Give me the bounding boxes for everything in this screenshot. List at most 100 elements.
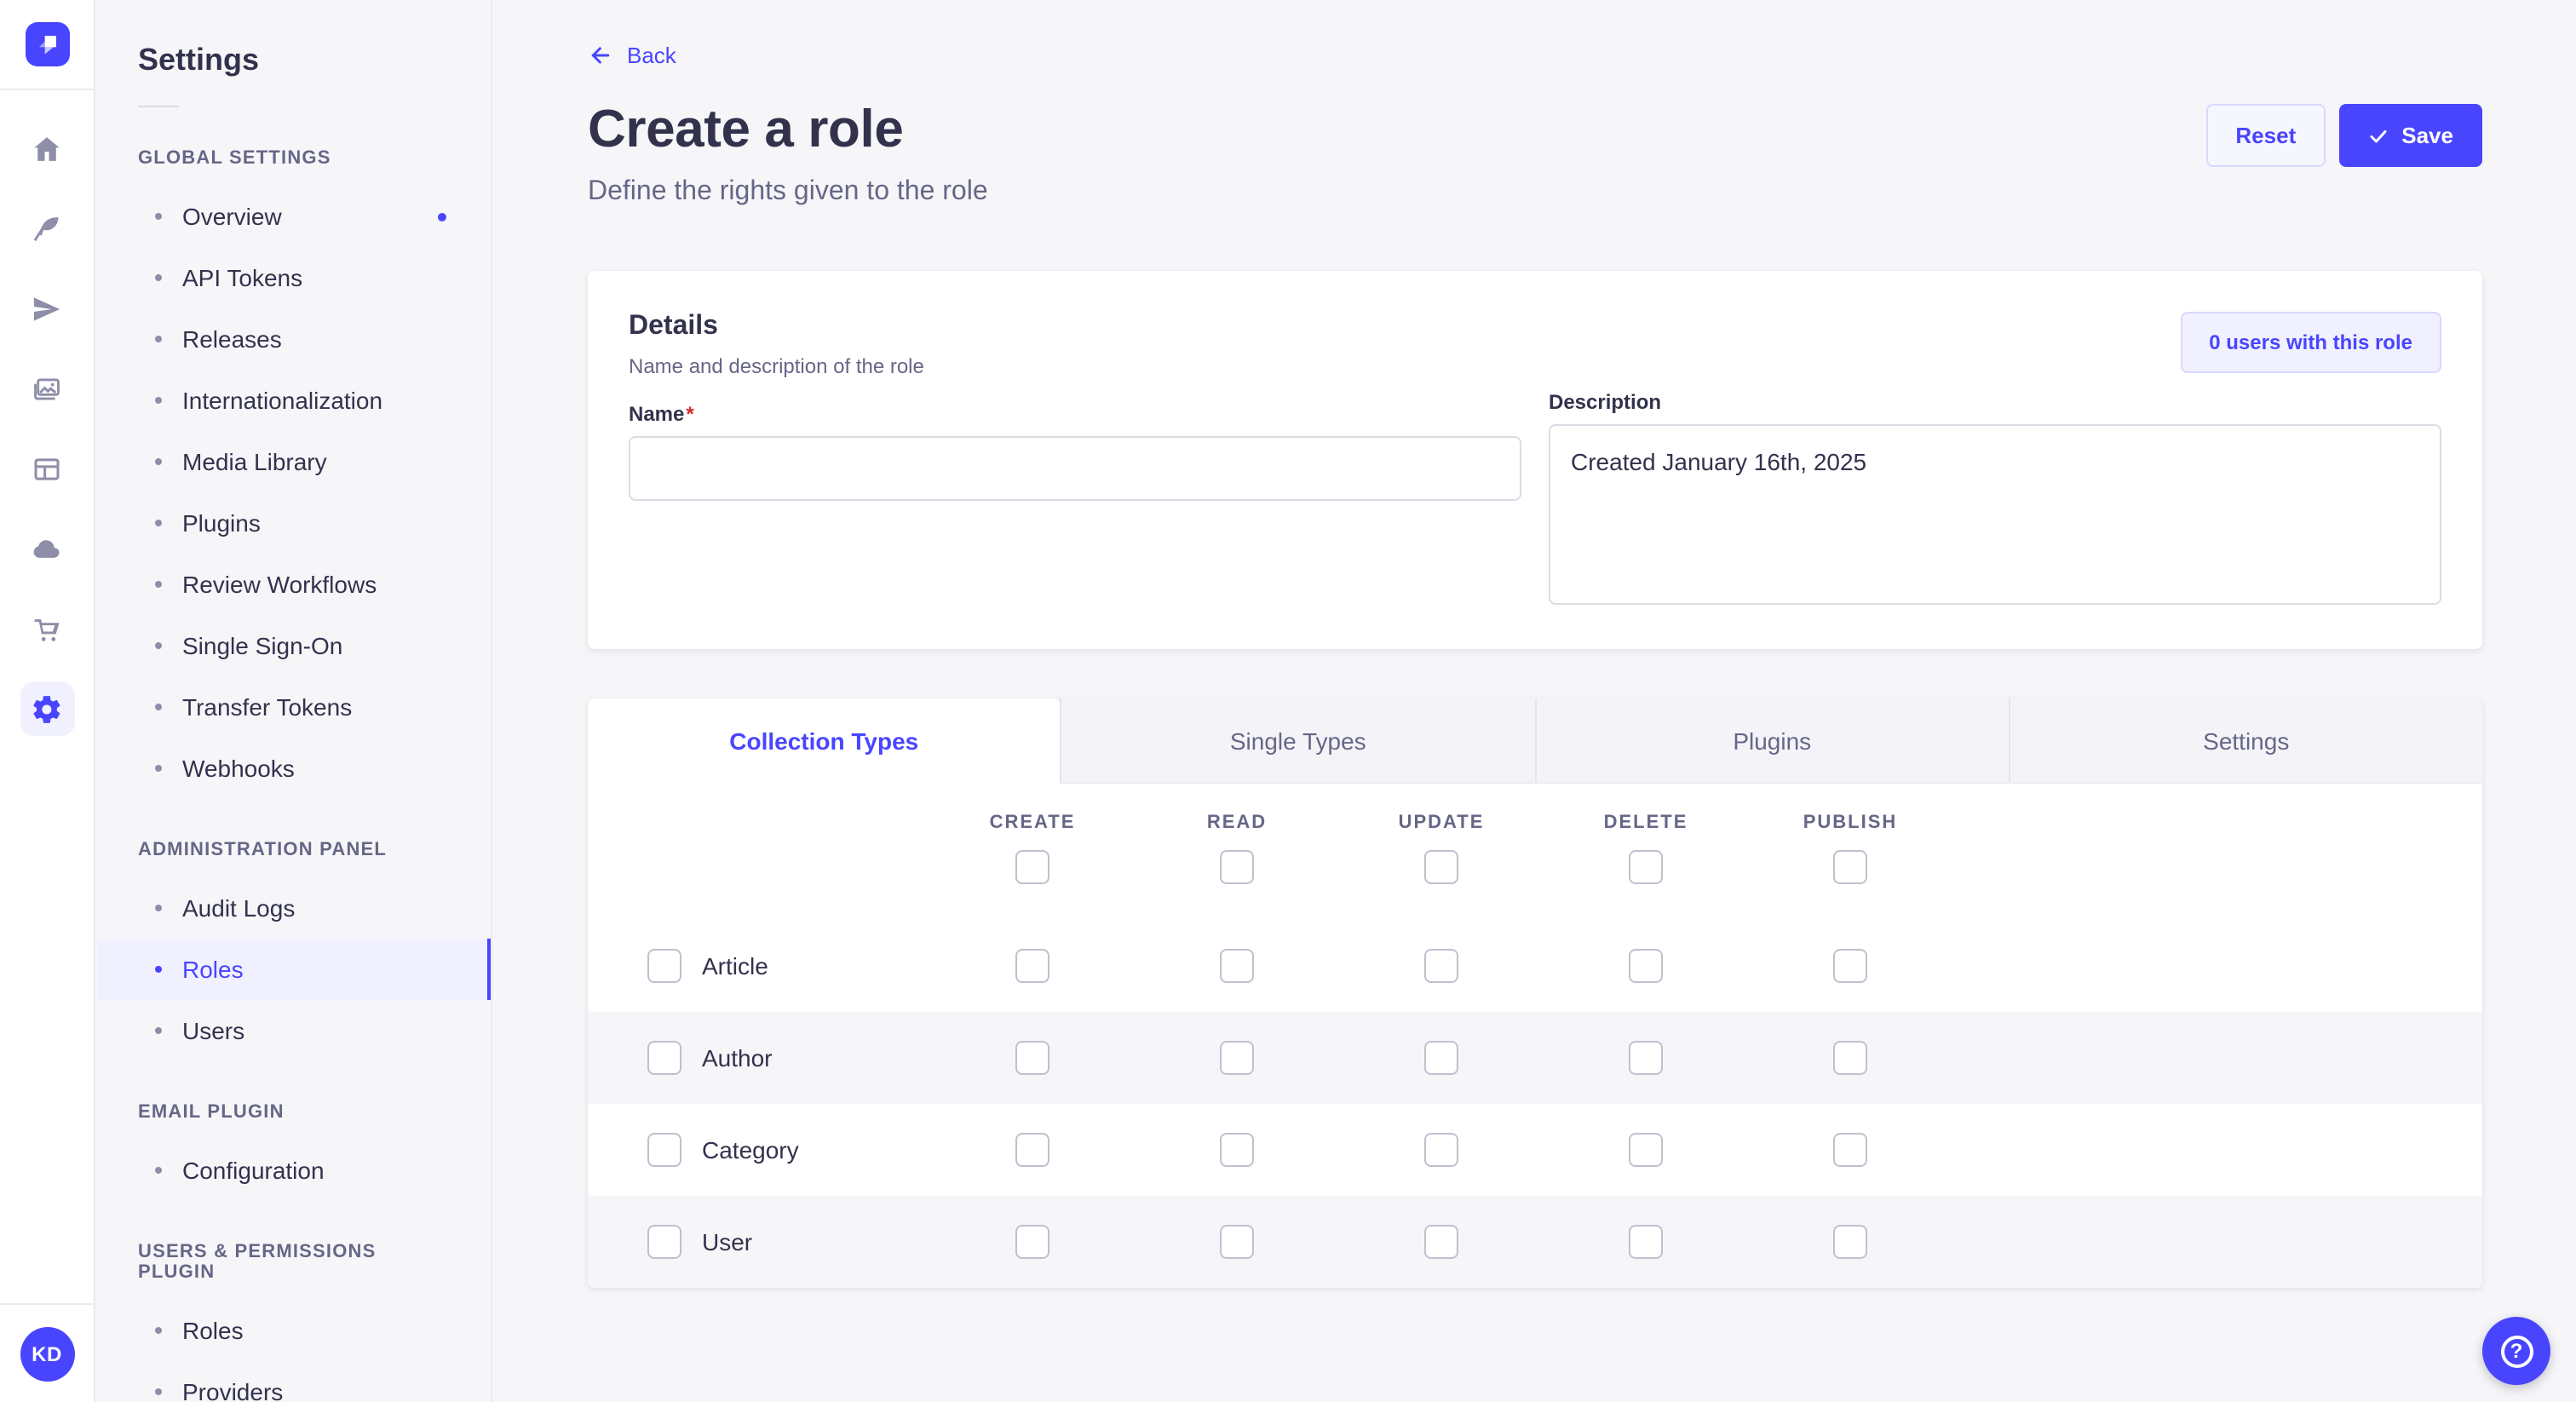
users-with-role-badge[interactable]: 0 users with this role <box>2180 312 2441 373</box>
sidebar-item-up-roles[interactable]: Roles <box>97 1300 491 1361</box>
description-label: Description <box>1549 390 2441 414</box>
subnav-title-divider <box>138 106 179 107</box>
user-publish-checkbox[interactable] <box>1833 1225 1867 1259</box>
tab-plugins[interactable]: Plugins <box>1534 698 2009 782</box>
content-type-builder-icon[interactable] <box>20 441 74 496</box>
details-head: Details Name and description of the role… <box>629 312 1521 613</box>
sidebar-item-review-workflows[interactable]: Review Workflows <box>97 554 491 615</box>
back-link[interactable]: Back <box>588 43 676 68</box>
row-label: User <box>702 1228 752 1255</box>
row-select-checkbox[interactable] <box>647 1041 681 1075</box>
article-update-checkbox[interactable] <box>1424 949 1458 983</box>
select-all-checkbox-row <box>588 833 2482 920</box>
category-update-checkbox[interactable] <box>1424 1133 1458 1167</box>
bullet-icon <box>155 966 162 973</box>
bullet-icon <box>155 905 162 911</box>
row-label: Author <box>702 1044 773 1072</box>
help-button[interactable]: ? <box>2482 1317 2550 1385</box>
page-subtitle: Define the rights given to the role <box>588 177 2482 208</box>
author-publish-checkbox[interactable] <box>1833 1041 1867 1075</box>
section-administration-panel: ADMINISTRATION PANEL Audit Logs Roles Us… <box>97 840 491 1061</box>
strapi-logo[interactable] <box>25 22 69 66</box>
marketplace-cart-icon[interactable] <box>20 601 74 656</box>
sidebar-item-media-library[interactable]: Media Library <box>97 431 491 492</box>
release-send-icon[interactable] <box>20 281 74 336</box>
category-read-checkbox[interactable] <box>1220 1133 1254 1167</box>
media-library-icon[interactable] <box>20 361 74 416</box>
select-all-create-checkbox[interactable] <box>1015 850 1049 884</box>
category-delete-checkbox[interactable] <box>1629 1133 1663 1167</box>
sidebar-item-audit-logs[interactable]: Audit Logs <box>97 877 491 939</box>
sidebar-item-releases[interactable]: Releases <box>97 308 491 370</box>
user-update-checkbox[interactable] <box>1424 1225 1458 1259</box>
tab-collection-types[interactable]: Collection Types <box>588 698 1061 784</box>
column-header-create: CREATE <box>990 813 1076 833</box>
sidebar-item-providers[interactable]: Providers <box>97 1361 491 1402</box>
select-all-publish-checkbox[interactable] <box>1833 850 1867 884</box>
tab-settings[interactable]: Settings <box>2009 698 2483 782</box>
bullet-icon <box>155 1327 162 1334</box>
table-row-user: User <box>588 1196 2482 1288</box>
select-all-update-checkbox[interactable] <box>1424 850 1458 884</box>
content-manager-feather-icon[interactable] <box>20 201 74 256</box>
row-select-checkbox[interactable] <box>647 949 681 983</box>
sidebar-item-plugins[interactable]: Plugins <box>97 492 491 554</box>
sidebar-item-transfer-tokens[interactable]: Transfer Tokens <box>97 676 491 738</box>
article-read-checkbox[interactable] <box>1220 949 1254 983</box>
required-asterisk: * <box>686 402 693 426</box>
author-create-checkbox[interactable] <box>1015 1041 1049 1075</box>
details-subtitle: Name and description of the role <box>629 354 1521 378</box>
user-avatar[interactable]: KD <box>20 1327 74 1382</box>
sidebar-item-roles-active[interactable]: Roles <box>97 939 491 1000</box>
cloud-icon[interactable] <box>20 521 74 576</box>
category-create-checkbox[interactable] <box>1015 1133 1049 1167</box>
sidebar-item-configuration[interactable]: Configuration <box>97 1140 491 1201</box>
page-header: Create a role Define the rights given to… <box>588 99 2482 208</box>
sidebar-item-internationalization[interactable]: Internationalization <box>97 370 491 431</box>
icon-rail: KD <box>0 0 95 1402</box>
row-select-checkbox[interactable] <box>647 1225 681 1259</box>
category-publish-checkbox[interactable] <box>1833 1133 1867 1167</box>
sidebar-item-single-sign-on[interactable]: Single Sign-On <box>97 615 491 676</box>
notification-dot-icon <box>438 212 446 221</box>
name-input[interactable] <box>629 436 1521 501</box>
bullet-icon <box>155 213 162 220</box>
author-update-checkbox[interactable] <box>1424 1041 1458 1075</box>
select-all-delete-checkbox[interactable] <box>1629 850 1663 884</box>
user-create-checkbox[interactable] <box>1015 1225 1049 1259</box>
tab-single-types[interactable]: Single Types <box>1061 698 1535 782</box>
bullet-icon <box>155 1027 162 1034</box>
sidebar-item-webhooks[interactable]: Webhooks <box>97 738 491 799</box>
sidebar-item-users[interactable]: Users <box>97 1000 491 1061</box>
name-field-group: Name* <box>629 402 1521 501</box>
sidebar-item-api-tokens[interactable]: API Tokens <box>97 247 491 308</box>
reset-button[interactable]: Reset <box>2206 104 2325 167</box>
column-header-read: READ <box>1207 813 1267 833</box>
settings-gear-icon[interactable] <box>20 681 74 736</box>
table-row-author: Author <box>588 1012 2482 1104</box>
user-delete-checkbox[interactable] <box>1629 1225 1663 1259</box>
rail-bottom: KD <box>0 1303 94 1402</box>
bullet-icon <box>155 1167 162 1174</box>
article-create-checkbox[interactable] <box>1015 949 1049 983</box>
row-head: Article <box>588 949 930 983</box>
author-read-checkbox[interactable] <box>1220 1041 1254 1075</box>
column-header-delete: DELETE <box>1604 813 1688 833</box>
app-root: KD Settings GLOBAL SETTINGS Overview API… <box>0 0 2576 1402</box>
header-actions: Reset Save <box>2206 104 2482 167</box>
column-header-publish: PUBLISH <box>1803 813 1898 833</box>
sidebar-item-overview[interactable]: Overview <box>97 186 491 247</box>
home-icon[interactable] <box>20 121 74 175</box>
user-read-checkbox[interactable] <box>1220 1225 1254 1259</box>
article-delete-checkbox[interactable] <box>1629 949 1663 983</box>
table-row-article: Article <box>588 920 2482 1012</box>
article-publish-checkbox[interactable] <box>1833 949 1867 983</box>
details-card: Details Name and description of the role… <box>588 271 2482 649</box>
select-all-read-checkbox[interactable] <box>1220 850 1254 884</box>
save-button[interactable]: Save <box>2338 104 2482 167</box>
bullet-icon <box>155 336 162 342</box>
row-select-checkbox[interactable] <box>647 1133 681 1167</box>
author-delete-checkbox[interactable] <box>1629 1041 1663 1075</box>
page-title: Create a role <box>588 99 2482 160</box>
description-textarea[interactable]: Created January 16th, 2025 <box>1549 424 2441 605</box>
